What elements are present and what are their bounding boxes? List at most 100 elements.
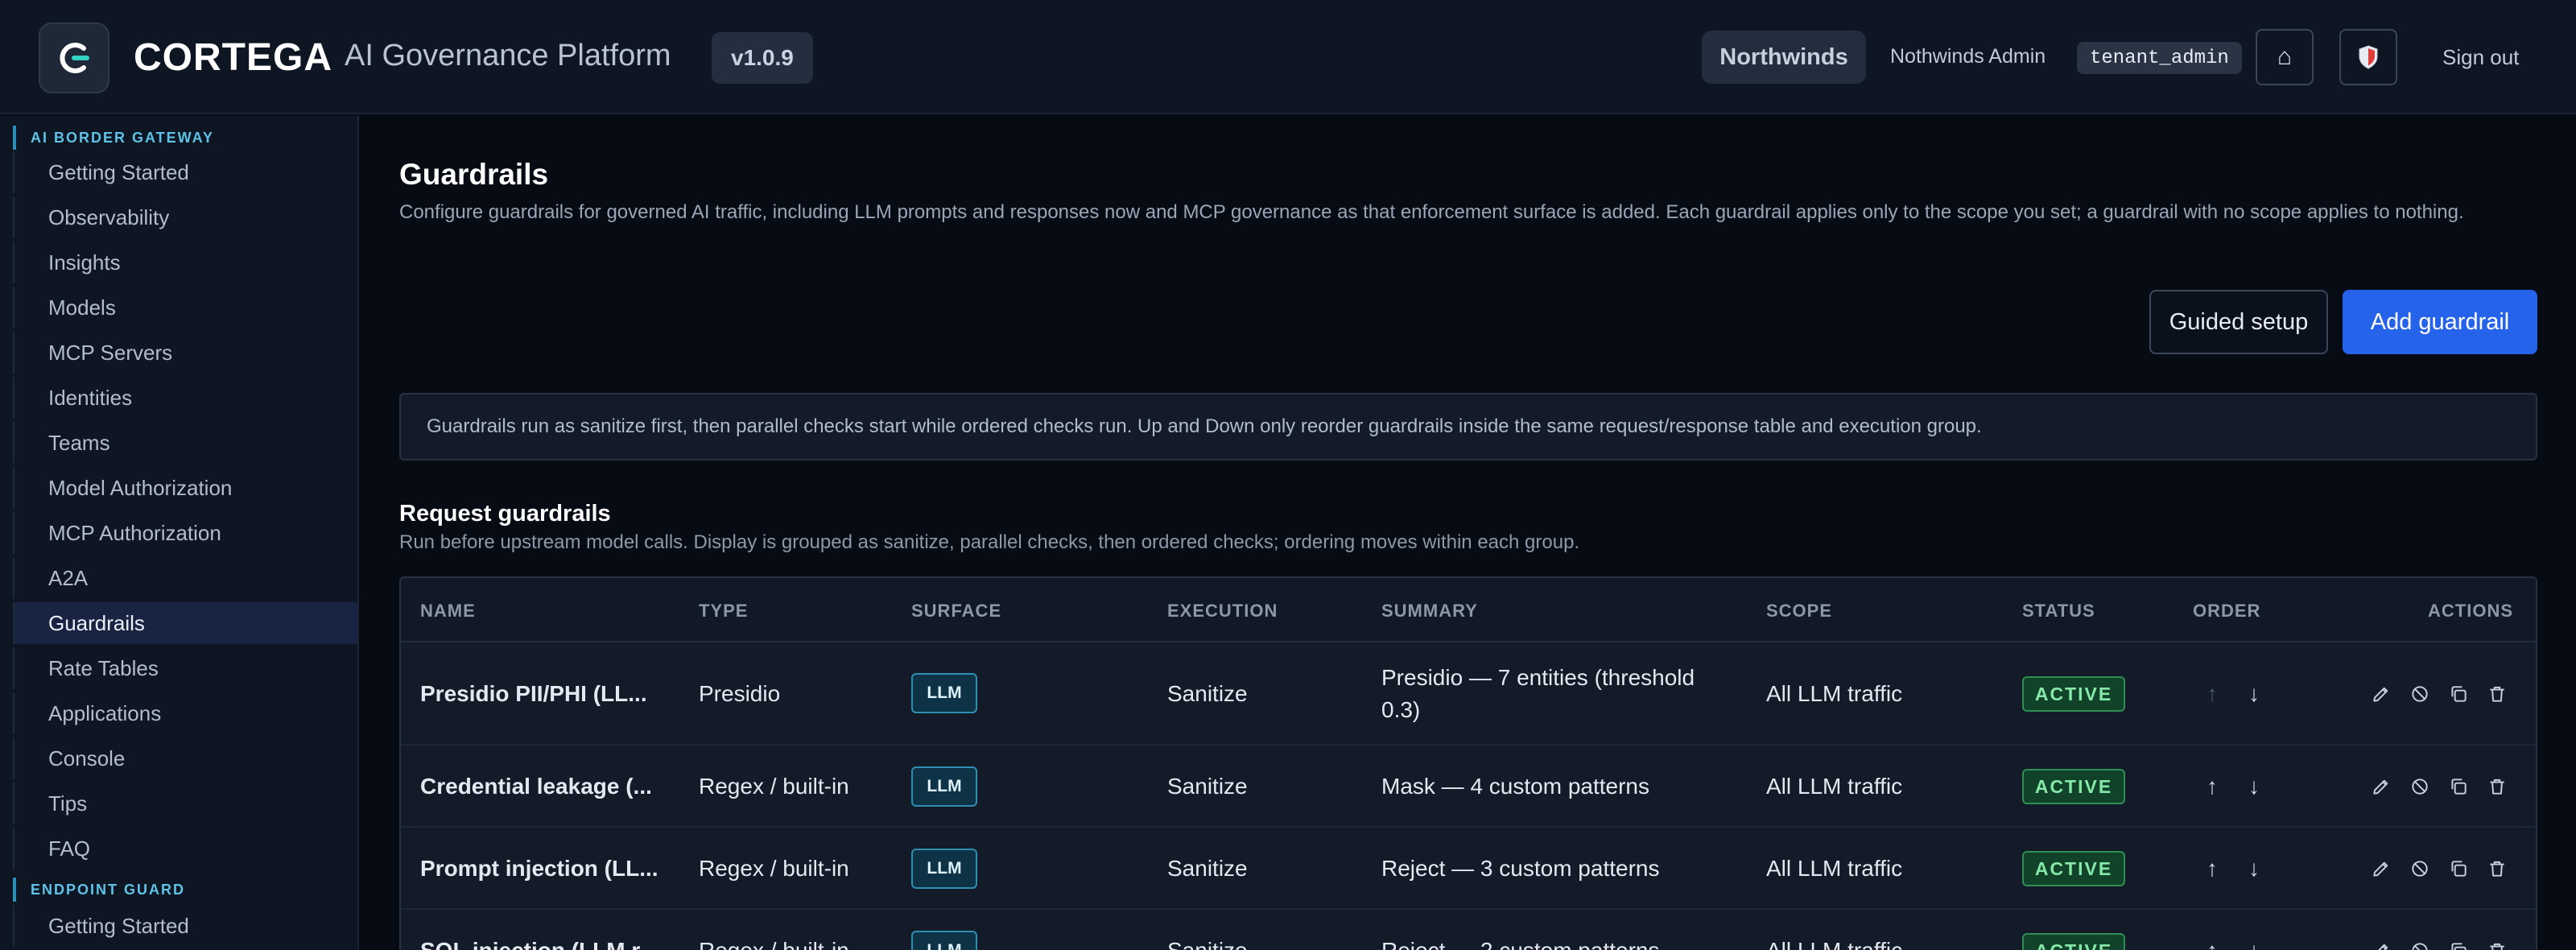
sidebar-section-endpoint-guard: ENDPOINT GUARD (13, 878, 185, 902)
sidebar-item-rate-tables[interactable]: Rate Tables (13, 647, 357, 689)
edit-icon (2373, 861, 2388, 877)
duplicate-icon (2451, 779, 2467, 795)
status-badge: ACTIVE (2022, 769, 2125, 804)
delete-button[interactable] (2483, 679, 2512, 708)
delete-button[interactable] (2483, 772, 2512, 801)
arrow-up-icon: ↑ (2207, 938, 2218, 950)
sidebar-item-observability[interactable]: Observability (13, 196, 357, 238)
duplicate-icon (2451, 943, 2467, 950)
guided-setup-button[interactable]: Guided setup (2149, 290, 2328, 354)
move-up-button[interactable]: ↑ (2198, 679, 2227, 708)
page-title: Guardrails (399, 158, 549, 191)
arrow-up-icon: ↑ (2207, 681, 2218, 706)
sidebar-item-tips[interactable]: Tips (13, 783, 357, 824)
disable-button[interactable] (2405, 772, 2434, 801)
move-up-button[interactable]: ↑ (2198, 772, 2227, 801)
sidebar-section-ai-border-gateway: AI BORDER GATEWAY (13, 126, 214, 150)
shield-button[interactable] (2339, 29, 2397, 85)
guardrail-type: Regex / built-in (699, 910, 849, 950)
sidebar-item-faq[interactable]: FAQ (13, 828, 357, 869)
platform-name: AI Governance Platform (345, 39, 671, 72)
status-badge: ACTIVE (2022, 933, 2125, 950)
disable-button[interactable] (2405, 679, 2434, 708)
disable-button[interactable] (2405, 936, 2434, 950)
duplicate-button[interactable] (2444, 679, 2473, 708)
home-icon: ⌂ (2277, 43, 2293, 70)
table-row: Prompt injection (LL... Regex / built-in… (401, 828, 2536, 910)
move-up-button[interactable]: ↑ (2198, 854, 2227, 883)
duplicate-button[interactable] (2444, 854, 2473, 883)
guardrail-summary: Presidio — 7 entities (threshold 0.3) (1381, 665, 1695, 722)
guardrail-scope: All LLM traffic (1766, 856, 1903, 881)
edit-button[interactable] (2367, 936, 2396, 950)
shield-icon (2359, 45, 2378, 69)
sidebar-item-mcp-servers[interactable]: MCP Servers (13, 332, 357, 374)
column-header-scope: SCOPE (1766, 601, 1833, 621)
guardrail-execution: Sanitize (1167, 774, 1248, 799)
sign-out-link[interactable]: Sign out (2442, 45, 2519, 70)
disable-icon (2412, 943, 2428, 950)
edit-button[interactable] (2367, 679, 2396, 708)
move-down-button[interactable]: ↓ (2240, 854, 2268, 883)
delete-icon (2490, 861, 2504, 877)
sidebar-item-model-authorization[interactable]: Model Authorization (13, 467, 357, 509)
duplicate-button[interactable] (2444, 772, 2473, 801)
delete-icon (2490, 779, 2504, 795)
sidebar-item-models[interactable]: Models (13, 287, 357, 328)
sidebar-item-teams[interactable]: Teams (13, 422, 357, 464)
status-badge: ACTIVE (2022, 851, 2125, 886)
duplicate-icon (2451, 686, 2467, 702)
home-button[interactable]: ⌂ (2256, 29, 2314, 85)
move-down-button[interactable]: ↓ (2240, 936, 2268, 950)
request-guardrails-table: NAME TYPE SURFACE EXECUTION SUMMARY SCOP… (399, 576, 2537, 950)
move-up-button[interactable]: ↑ (2198, 936, 2227, 950)
sidebar-item-mcp-authorization[interactable]: MCP Authorization (13, 512, 357, 554)
sidebar-item-identities[interactable]: Identities (13, 377, 357, 419)
guardrail-name[interactable]: Prompt injection (LL... (420, 828, 658, 910)
edit-button[interactable] (2367, 854, 2396, 883)
column-header-execution: EXECUTION (1167, 601, 1278, 621)
surface-badge: LLM (911, 673, 977, 713)
edit-button[interactable] (2367, 772, 2396, 801)
delete-button[interactable] (2483, 854, 2512, 883)
sidebar-item-applications[interactable]: Applications (13, 692, 357, 734)
arrow-down-icon: ↓ (2248, 938, 2260, 950)
move-down-button[interactable]: ↓ (2240, 772, 2268, 801)
edit-icon (2373, 779, 2388, 795)
status-badge: ACTIVE (2022, 676, 2125, 712)
execution-info-banner: Guardrails run as sanitize first, then p… (399, 393, 2537, 461)
request-guardrails-description: Run before upstream model calls. Display… (399, 531, 1580, 553)
surface-badge: LLM (911, 849, 977, 889)
guardrail-name[interactable]: SQL injection (LLM r... (420, 910, 658, 950)
sidebar-item-insights[interactable]: Insights (13, 242, 357, 283)
execution-info-text: Guardrails run as sanitize first, then p… (427, 415, 1982, 437)
guardrail-summary: Reject — 3 custom patterns (1381, 856, 1660, 881)
logo-icon (60, 43, 89, 73)
duplicate-button[interactable] (2444, 936, 2473, 950)
move-down-button[interactable]: ↓ (2240, 679, 2268, 708)
disable-button[interactable] (2405, 854, 2434, 883)
user-name: Nothwinds Admin (1890, 45, 2046, 68)
guardrail-execution: Sanitize (1167, 681, 1248, 706)
table-header: NAME TYPE SURFACE EXECUTION SUMMARY SCOP… (401, 578, 2536, 642)
sidebar-item-console[interactable]: Console (13, 737, 357, 779)
guardrail-type: Regex / built-in (699, 856, 849, 881)
guardrail-name[interactable]: Credential leakage (... (420, 746, 652, 828)
brand-name: CORTEGA (134, 36, 332, 79)
tenant-selector[interactable]: Northwinds (1702, 31, 1866, 84)
sidebar-item-a2a[interactable]: A2A (13, 557, 357, 599)
guardrail-name[interactable]: Presidio PII/PHI (LL... (420, 642, 647, 746)
request-guardrails-title: Request guardrails (399, 501, 611, 527)
sidebar-item-getting-started[interactable]: Getting Started (13, 151, 357, 193)
column-header-order: ORDER (2193, 601, 2261, 621)
sidebar-item-endpoint-getting-started[interactable]: Getting Started (13, 905, 357, 947)
cortega-logo[interactable] (39, 23, 109, 93)
guardrail-summary: Reject — 2 custom patterns (1381, 910, 1659, 950)
role-badge: tenant_admin (2077, 42, 2242, 74)
sidebar-item-guardrails[interactable]: Guardrails (13, 602, 357, 644)
duplicate-icon (2451, 861, 2467, 877)
surface-badge: LLM (911, 766, 977, 807)
guardrail-scope: All LLM traffic (1766, 774, 1903, 799)
add-guardrail-button[interactable]: Add guardrail (2343, 290, 2537, 354)
delete-button[interactable] (2483, 936, 2512, 950)
